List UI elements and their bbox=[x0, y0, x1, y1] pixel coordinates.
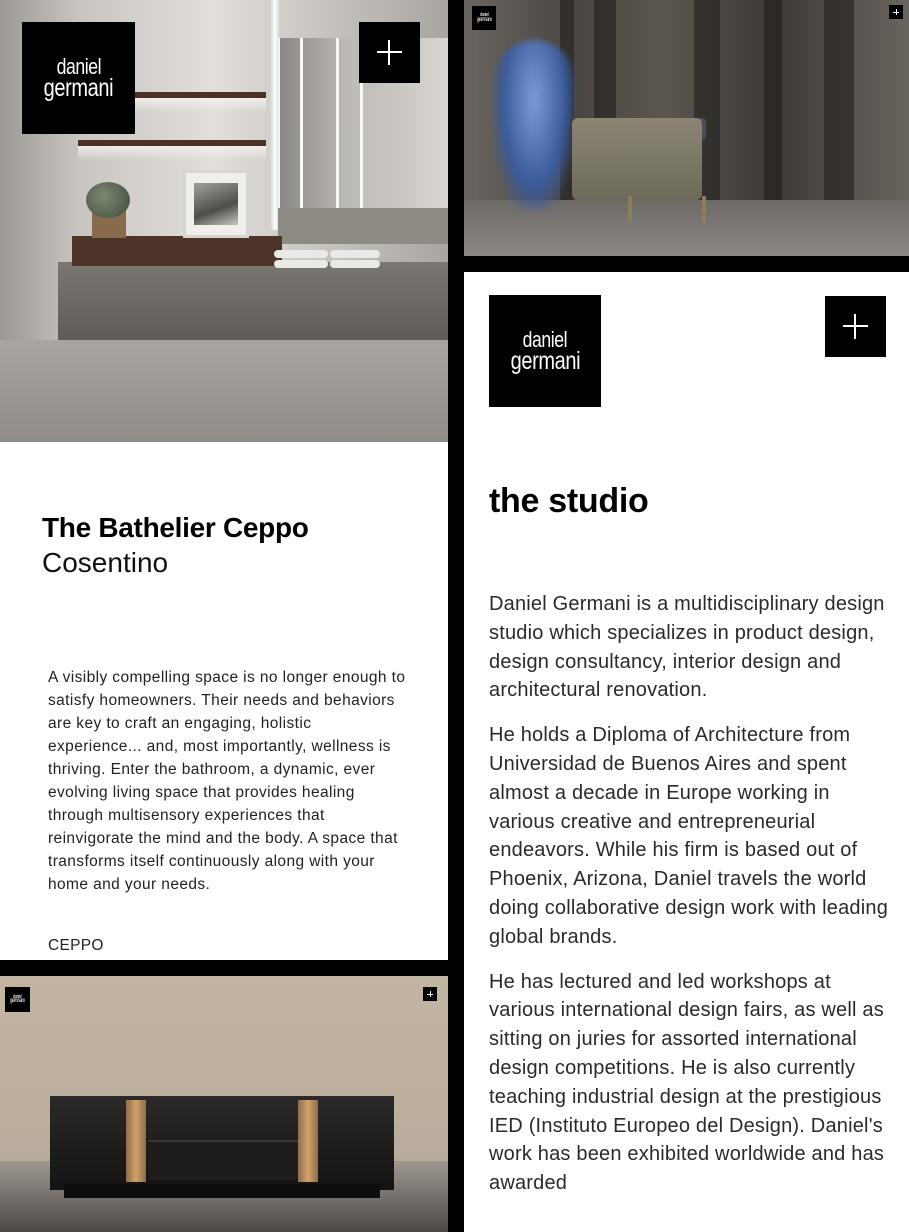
expand-button[interactable] bbox=[825, 296, 886, 357]
shelf-lower bbox=[78, 140, 266, 146]
studio-card: daniel germani the studio Daniel Germani… bbox=[464, 272, 909, 1232]
framed-picture bbox=[183, 170, 249, 238]
plant bbox=[86, 182, 130, 218]
expand-button[interactable] bbox=[359, 22, 420, 83]
bathroom-floor bbox=[0, 340, 448, 442]
product-title[interactable]: The Bathelier Ceppo bbox=[42, 512, 309, 544]
studio-paragraph: Daniel Germani is a multidisciplinary de… bbox=[489, 593, 885, 702]
product-tag[interactable]: CEPPO bbox=[48, 937, 104, 955]
expand-button-small[interactable] bbox=[889, 5, 903, 19]
studio-body: Daniel Germani is a multidisciplinary de… bbox=[489, 590, 899, 1214]
light-strip bbox=[270, 0, 280, 230]
brand-logo-small[interactable]: daniel germani bbox=[5, 987, 30, 1012]
vanity-stone bbox=[58, 262, 448, 342]
cabinet-base bbox=[64, 1184, 380, 1198]
product-description: A visibly compelling space is no longer … bbox=[48, 669, 406, 893]
vanity-drawer bbox=[72, 236, 282, 266]
chair-image-panel[interactable]: daniel germani bbox=[464, 0, 909, 256]
expand-button-small[interactable] bbox=[423, 987, 437, 1001]
logo-line2: germani bbox=[43, 73, 114, 102]
studio-paragraph: He holds a Diploma of Architecture from … bbox=[489, 724, 889, 948]
blurred-person bbox=[494, 40, 574, 210]
product-subtitle: Cosentino bbox=[42, 547, 169, 578]
cabinet-image-panel[interactable]: daniel germani bbox=[0, 976, 448, 1232]
lounge-chair bbox=[572, 118, 702, 200]
cabinet-drawer bbox=[148, 1140, 298, 1180]
bathelier-image-panel[interactable]: daniel germani bbox=[0, 0, 448, 442]
brand-logo[interactable]: daniel germani bbox=[22, 22, 135, 134]
brand-logo-small[interactable]: daniel germani bbox=[472, 6, 496, 30]
studio-paragraph: He has lectured and led workshops at var… bbox=[489, 970, 885, 1195]
brand-logo[interactable]: daniel germani bbox=[489, 295, 601, 407]
studio-title: the studio bbox=[489, 482, 649, 520]
vanity-counter bbox=[278, 208, 448, 244]
product-card: The Bathelier Ceppo Cosentino A visibly … bbox=[0, 442, 448, 960]
